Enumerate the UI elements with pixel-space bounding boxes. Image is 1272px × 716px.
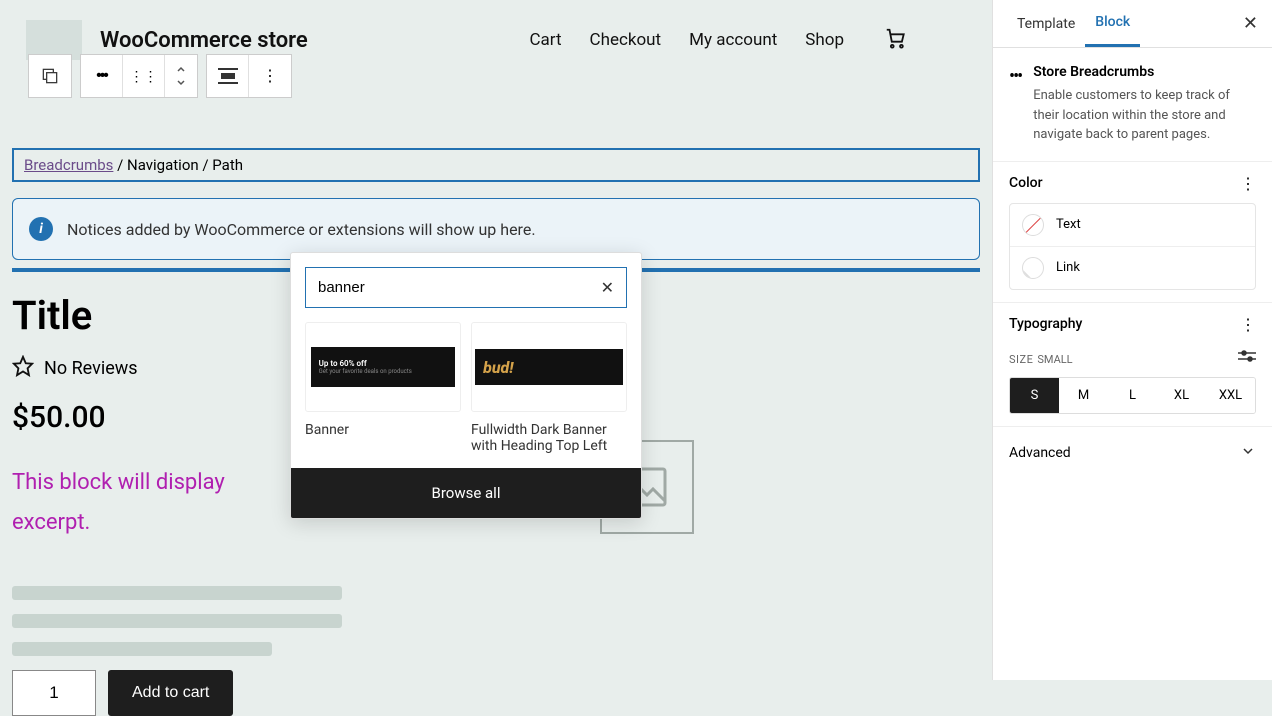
tab-block[interactable]: Block (1085, 0, 1140, 47)
block-toolbar: ••• ⋮⋮ ⋮ (28, 54, 292, 98)
size-l-button[interactable]: L (1108, 378, 1157, 413)
color-section-title: Color (1009, 175, 1043, 191)
add-to-cart-button[interactable]: Add to cart (108, 670, 233, 716)
block-result-label: Fullwidth Dark Banner with Heading Top L… (471, 422, 627, 454)
block-name: Store Breadcrumbs (1033, 64, 1256, 80)
cart-icon[interactable] (884, 27, 906, 53)
size-s-button[interactable]: S (1010, 378, 1059, 413)
drag-handle[interactable]: ⋮⋮ (123, 55, 165, 97)
color-text-row[interactable]: Text (1010, 204, 1255, 246)
typography-options-icon[interactable]: ⋮ (1240, 315, 1256, 334)
advanced-section[interactable]: Advanced (993, 426, 1272, 479)
nav-checkout[interactable]: Checkout (590, 30, 662, 50)
info-icon: i (29, 217, 53, 241)
clear-search-icon[interactable]: ✕ (601, 278, 614, 297)
color-link-label: Link (1056, 260, 1080, 275)
size-button-group: S M L XL XXL (1009, 377, 1256, 414)
size-value: SMALL (1037, 353, 1072, 366)
notice-text: Notices added by WooCommerce or extensio… (67, 220, 536, 239)
color-text-label: Text (1056, 217, 1081, 232)
breadcrumb-link[interactable]: Breadcrumbs (24, 156, 113, 174)
size-label: SIZE (1009, 353, 1033, 366)
breadcrumbs-block[interactable]: Breadcrumbs / Navigation / Path (12, 148, 980, 182)
block-inserter-popover: ✕ Up to 60% offGet your favorite deals o… (290, 252, 642, 519)
product-excerpt[interactable]: This block will display excerpt. (12, 463, 292, 542)
color-options-icon[interactable]: ⋮ (1240, 174, 1256, 193)
nav-shop[interactable]: Shop (805, 30, 844, 50)
tab-template[interactable]: Template (1007, 2, 1085, 46)
block-search-input[interactable] (318, 279, 601, 296)
product-meta-skeleton (12, 586, 392, 656)
size-xxl-button[interactable]: XXL (1206, 378, 1255, 413)
block-result-label: Banner (305, 422, 461, 438)
quantity-input[interactable] (12, 670, 96, 716)
color-swatch-text (1022, 214, 1044, 236)
more-options-button[interactable]: ⋮ (249, 55, 291, 97)
size-xl-button[interactable]: XL (1157, 378, 1206, 413)
no-reviews-text: No Reviews (44, 358, 138, 379)
close-sidebar-icon[interactable]: ✕ (1243, 13, 1258, 34)
nav-my-account[interactable]: My account (689, 30, 777, 50)
browse-all-button[interactable]: Browse all (291, 468, 641, 518)
block-result-banner[interactable]: Up to 60% offGet your favorite deals on … (305, 322, 461, 454)
block-description: Enable customers to keep track of their … (1033, 86, 1256, 145)
block-search-field[interactable]: ✕ (305, 267, 627, 308)
color-swatch-link (1022, 257, 1044, 279)
move-up-down-button[interactable] (165, 55, 197, 97)
chevron-down-icon (1240, 443, 1256, 463)
block-icon: ••• (1009, 64, 1021, 145)
block-type-icon[interactable]: ••• (81, 55, 123, 97)
advanced-label: Advanced (1009, 445, 1071, 461)
typography-section-title: Typography (1009, 316, 1082, 332)
size-settings-icon[interactable] (1238, 348, 1256, 367)
store-notices-block[interactable]: i Notices added by WooCommerce or extens… (12, 198, 980, 260)
select-parent-button[interactable] (29, 55, 71, 97)
site-title[interactable]: WooCommerce store (100, 28, 308, 53)
site-header: WooCommerce store Cart Checkout My accou… (12, 12, 980, 60)
align-button[interactable] (207, 55, 249, 97)
nav-cart[interactable]: Cart (529, 30, 561, 50)
size-m-button[interactable]: M (1059, 378, 1108, 413)
color-link-row[interactable]: Link (1010, 246, 1255, 289)
settings-sidebar: Template Block ✕ ••• Store Breadcrumbs E… (992, 0, 1272, 680)
star-outline-icon (12, 355, 34, 382)
breadcrumb-path: / Navigation / Path (113, 156, 243, 174)
block-result-fullwidth-banner[interactable]: bud! Fullwidth Dark Banner with Heading … (471, 322, 627, 454)
primary-nav: Cart Checkout My account Shop (529, 30, 844, 50)
